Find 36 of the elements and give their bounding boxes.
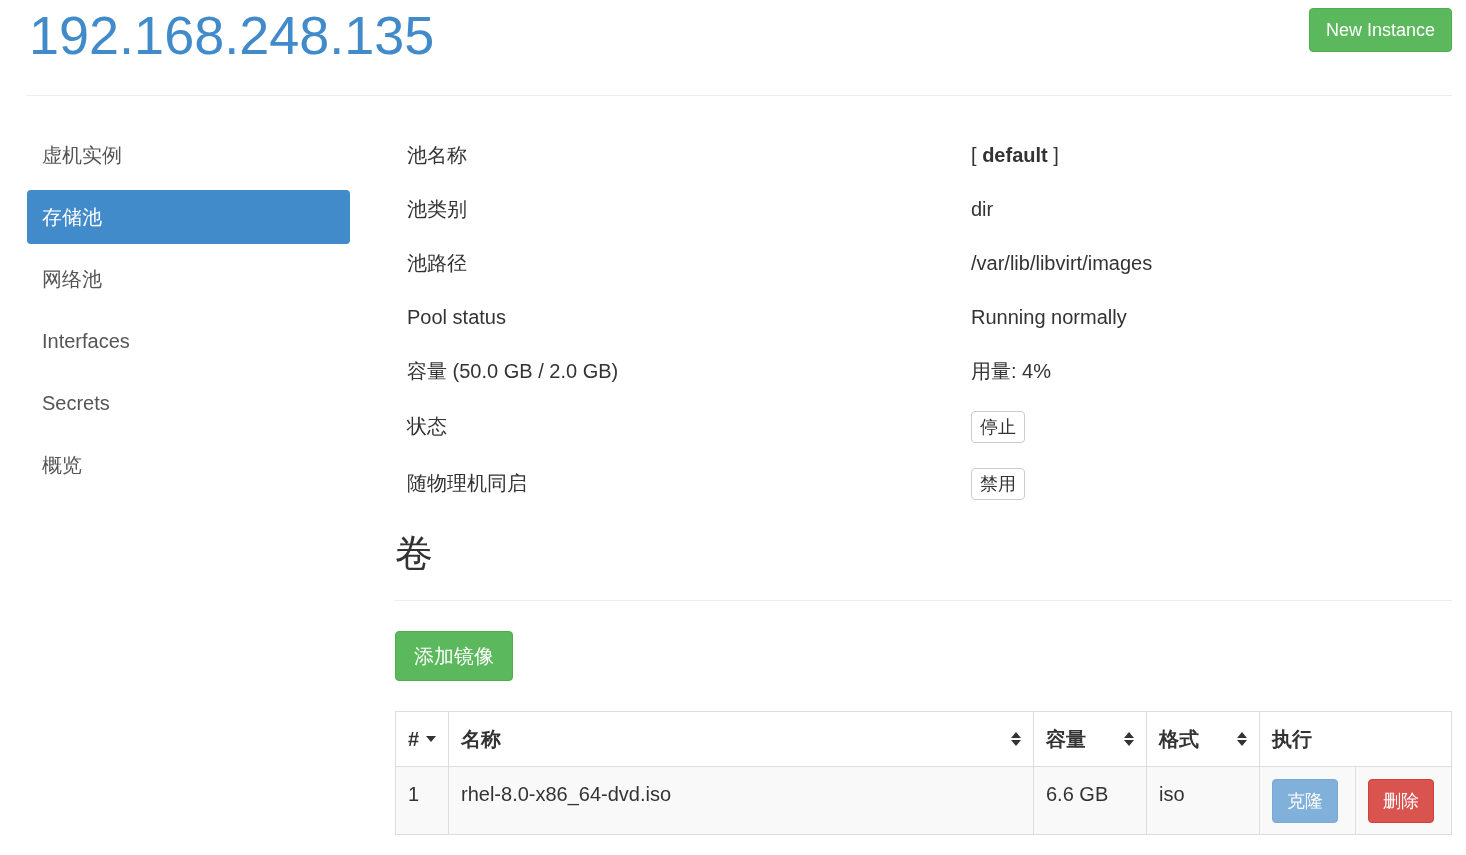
column-header: 执行 — [1259, 711, 1452, 767]
property-label: Pool status — [406, 305, 507, 329]
sort-icon — [1124, 732, 1134, 746]
property-label: 池路径 — [406, 250, 468, 276]
table-cell: rhel-8.0-x86_64-dvd.iso — [448, 766, 1034, 835]
sidebar-item[interactable]: Secrets — [27, 376, 350, 430]
property-value: /var/lib/libvirt/images — [971, 251, 1153, 275]
sidebar-item[interactable]: Interfaces — [27, 314, 350, 368]
action-button[interactable]: 删除 — [1368, 779, 1434, 823]
sidebar-item[interactable]: 网络池 — [27, 252, 350, 306]
page-title: 192.168.248.135 — [29, 4, 435, 66]
property-value: Running normally — [971, 305, 1127, 329]
sidebar-item[interactable]: 存储池 — [27, 190, 350, 244]
column-header[interactable]: 名称 — [448, 711, 1034, 767]
column-header[interactable]: 格式 — [1146, 711, 1260, 767]
table-cell: 6.6 GB — [1033, 766, 1147, 835]
property-value: 用量: 4% — [971, 358, 1052, 384]
property-label: 容量 (50.0 GB / 2.0 GB) — [406, 358, 620, 384]
column-header[interactable]: 容量 — [1033, 711, 1147, 767]
section-title: 卷 — [395, 531, 434, 576]
property-value: dir — [971, 197, 994, 221]
sort-icon — [1011, 732, 1021, 746]
column-header[interactable]: # — [395, 711, 449, 767]
toggle-button[interactable]: 停止 — [971, 410, 1025, 443]
property-value: [ default ] — [971, 143, 1059, 167]
table-cell: 1 — [395, 766, 449, 835]
sidebar-item[interactable]: 虚机实例 — [27, 128, 350, 182]
property-label: 池名称 — [406, 142, 468, 168]
table-cell: iso — [1146, 766, 1260, 835]
sidebar-item[interactable]: 概览 — [27, 438, 350, 492]
toggle-button[interactable]: 禁用 — [971, 467, 1025, 500]
property-label: 状态 — [406, 414, 448, 439]
property-label: 随物理机同启 — [406, 471, 528, 496]
sort-icon — [1237, 732, 1247, 746]
property-label: 池类别 — [406, 196, 468, 222]
caret-down-icon — [426, 736, 436, 742]
